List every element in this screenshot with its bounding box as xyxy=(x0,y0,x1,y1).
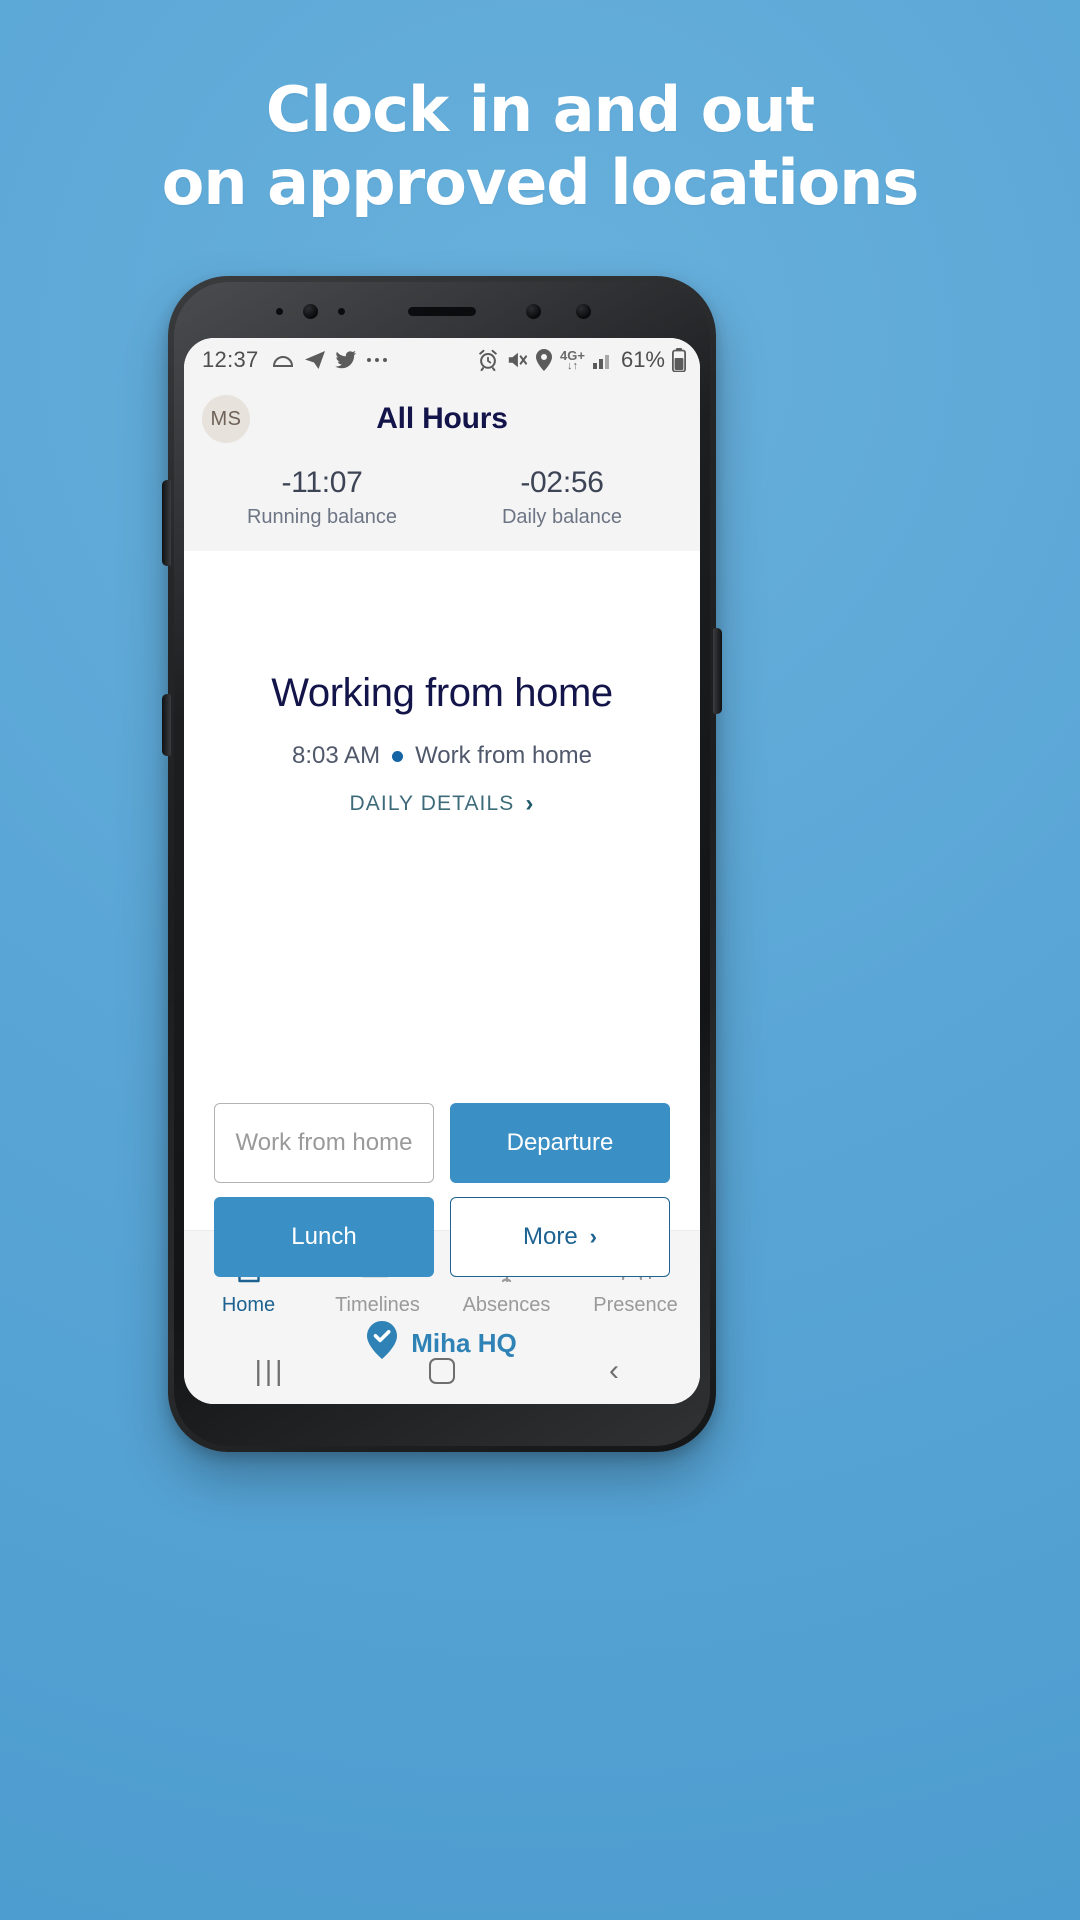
phone-chin xyxy=(168,1404,716,1452)
location-chip[interactable]: Miha HQ xyxy=(184,1321,700,1366)
sensor-dot xyxy=(276,308,283,315)
work-from-home-label: Work from home xyxy=(235,1129,413,1156)
location-label: Miha HQ xyxy=(411,1328,517,1358)
iris-sensor xyxy=(526,304,541,319)
more-label: More xyxy=(522,1223,578,1250)
phone-mockup: 12:37 4G+ ↓↑ 61% MS All Hours -11:07 Run… xyxy=(162,276,722,1452)
status-clock: 12:37 xyxy=(202,347,259,372)
proximity-sensor xyxy=(338,308,345,315)
current-status-subtitle: 8:03 AM Work from home xyxy=(292,742,592,770)
tab-presence-label: Presence xyxy=(593,1294,678,1316)
earpiece-speaker xyxy=(408,307,476,316)
tab-absences-label: Absences xyxy=(462,1294,551,1316)
running-balance-label: Running balance xyxy=(246,506,398,528)
action-buttons-grid: Work from home Departure Lunch More › xyxy=(214,1103,670,1277)
lunch-button[interactable]: Lunch xyxy=(214,1197,434,1277)
separator-dot-icon xyxy=(392,750,404,762)
departure-label: Departure xyxy=(506,1129,614,1156)
running-balance: -11:07 Running balance xyxy=(202,466,442,529)
lunch-label: Lunch xyxy=(291,1223,357,1250)
departure-button[interactable]: Departure xyxy=(450,1103,670,1183)
bixby-button[interactable] xyxy=(162,694,171,756)
alarm-icon xyxy=(477,349,499,371)
app-header: MS All Hours -11:07 Running balance -02:… xyxy=(184,382,700,551)
phone-screen: 12:37 4G+ ↓↑ 61% MS All Hours -11:07 Run… xyxy=(184,338,700,1404)
battery-percent-label: 61% xyxy=(620,347,665,372)
twitter-icon xyxy=(334,350,357,370)
status-bar-left: 12:37 xyxy=(202,347,388,373)
network-type-label: 4G+ ↓↑ xyxy=(560,347,585,372)
app-header-row: MS All Hours xyxy=(202,388,682,450)
tab-home-label: Home xyxy=(221,1294,276,1316)
telegram-icon xyxy=(304,350,326,370)
more-dots-icon xyxy=(366,356,388,364)
headline-line-2: on approved locations xyxy=(161,146,919,220)
chevron-right-icon: › xyxy=(525,790,535,817)
balance-row: -11:07 Running balance -02:56 Daily bala… xyxy=(202,450,682,551)
signal-bars-icon xyxy=(592,350,614,370)
work-from-home-button[interactable]: Work from home xyxy=(214,1103,434,1183)
promo-headline: Clock in and out on approved locations xyxy=(0,73,1080,220)
current-status-title: Working from home xyxy=(271,671,613,715)
status-activity: Work from home xyxy=(415,742,592,769)
daily-balance: -02:56 Daily balance xyxy=(442,466,682,529)
mute-icon xyxy=(506,350,528,370)
status-time: 8:03 AM xyxy=(292,742,381,769)
volume-up-button[interactable] xyxy=(162,480,171,566)
battery-icon xyxy=(672,348,686,372)
running-balance-value: -11:07 xyxy=(281,466,363,499)
secondary-camera xyxy=(576,304,591,319)
chevron-right-icon: › xyxy=(589,1224,597,1249)
page-title: All Hours xyxy=(376,402,508,435)
more-button[interactable]: More › xyxy=(450,1197,670,1277)
location-icon xyxy=(535,349,553,371)
daily-details-label: DAILY DETAILS xyxy=(349,792,515,815)
verified-location-pin-icon xyxy=(367,1321,398,1366)
daily-details-link[interactable]: DAILY DETAILS › xyxy=(350,790,535,818)
front-camera xyxy=(303,304,318,319)
app-main-content: Working from home 8:03 AM Work from home… xyxy=(184,551,700,1359)
status-bar-right: 4G+ ↓↑ 61% xyxy=(477,347,686,373)
power-button[interactable] xyxy=(713,628,722,714)
headline-line-1: Clock in and out xyxy=(265,73,815,146)
daily-balance-label: Daily balance xyxy=(501,506,623,528)
tab-timelines-label: Timelines xyxy=(335,1294,420,1316)
status-bar: 12:37 4G+ ↓↑ 61% xyxy=(184,338,700,382)
cloud-icon xyxy=(271,351,295,369)
daily-balance-value: -02:56 xyxy=(520,466,604,499)
